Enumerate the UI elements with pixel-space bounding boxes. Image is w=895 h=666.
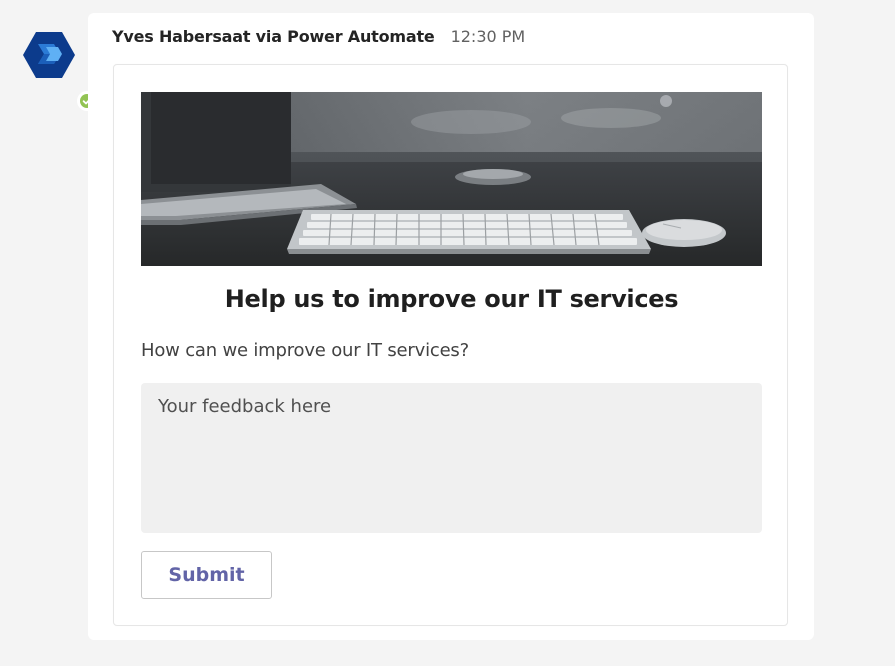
message-timestamp: 12:30 PM [450,27,526,46]
message-bubble: Yves Habersaat via Power Automate 12:30 … [88,13,814,640]
feedback-input[interactable] [141,383,762,533]
chat-canvas: Yves Habersaat via Power Automate 12:30 … [0,0,895,666]
message-header: Yves Habersaat via Power Automate 12:30 … [112,27,525,49]
adaptive-card: Help us to improve our IT services How c… [113,64,788,626]
sender-name[interactable]: Yves Habersaat via Power Automate [112,27,435,46]
question-label: How can we improve our IT services? [141,340,469,361]
submit-button[interactable]: Submit [141,551,272,599]
hero-image [141,92,762,266]
keyboard-photo [141,92,762,266]
card-title: Help us to improve our IT services [224,285,679,313]
avatar[interactable] [22,30,97,111]
power-automate-icon [23,32,75,78]
